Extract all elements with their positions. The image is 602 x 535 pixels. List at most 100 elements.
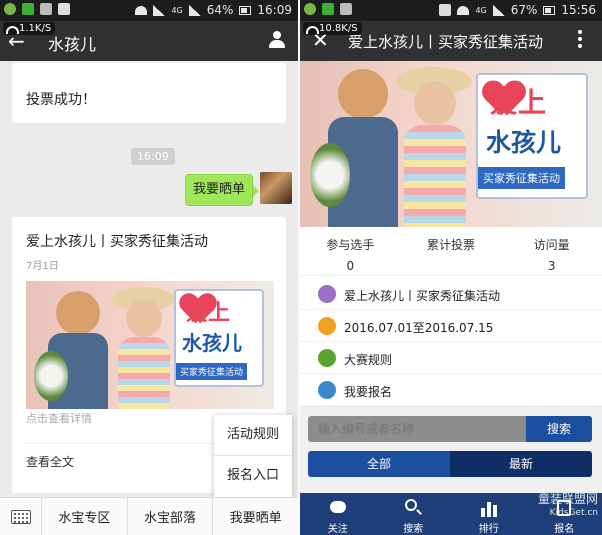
mail-icon — [439, 4, 452, 16]
chat-bubble-icon — [328, 498, 348, 518]
message-timestamp: 16:09 — [131, 148, 175, 165]
activity-page-screen: 4G 67% 15:56 10.8K/S ✕ 爱上水孩儿丨买家秀征集活动 爱上 … — [300, 0, 602, 535]
wechat-chat-screen: 4G 64% 16:09 1.1K/S ← 水孩儿 投票成功！ 16:09 我要… — [0, 0, 298, 535]
signal-icon — [153, 4, 166, 16]
banner-heading-1: 爱上 — [490, 86, 547, 119]
promo-heading-2: 水孩儿 — [182, 331, 242, 355]
stat-contestants: 参与选手 0 — [300, 228, 401, 275]
menu-item-rules[interactable]: 活动规则 — [214, 415, 292, 455]
menu-water-zone[interactable]: 水宝专区 — [42, 498, 128, 535]
battery-icon — [239, 5, 252, 15]
wifi-icon — [135, 5, 148, 15]
stat-value: 0 — [346, 259, 355, 273]
flower-bouquet — [34, 351, 68, 401]
keyboard-toggle[interactable] — [0, 498, 42, 535]
app-notification-icon — [4, 3, 16, 15]
vote-success-text: 投票成功！ — [26, 92, 96, 108]
stat-label: 访问量 — [533, 238, 570, 252]
wechat-notification-icon — [322, 3, 334, 15]
clock-time: 15:56 — [561, 3, 596, 17]
page-title: 爱上水孩儿丨买家秀征集活动 — [348, 33, 544, 51]
segment-all[interactable]: 全部 — [308, 451, 450, 477]
promo-heading-1: 爱上 — [186, 301, 231, 326]
menu-label: 水宝部落 — [144, 511, 197, 526]
tab-ranking[interactable]: 排行 — [451, 493, 527, 535]
tab-label: 报名 — [554, 524, 575, 535]
flower-bouquet — [310, 143, 350, 207]
battery-percent: 67% — [510, 3, 538, 17]
watermark-line-2: KidsGet.cn — [549, 508, 598, 518]
info-text: 2016.07.01至2016.07.15 — [344, 321, 494, 335]
menu-label: 我要晒单 — [229, 511, 282, 526]
network-type: 4G — [475, 5, 487, 15]
stat-value: 3 — [547, 259, 556, 273]
tab-search[interactable]: 搜索 — [376, 493, 452, 535]
filter-segment: 全部 最新 — [308, 451, 592, 477]
view-details-hint[interactable]: 点击查看详情 — [26, 410, 92, 426]
wifi-icon — [457, 5, 470, 15]
tab-follow[interactable]: 关注 — [300, 493, 376, 535]
award-icon — [318, 381, 336, 399]
article-date: 7月1日 — [26, 261, 59, 272]
sent-message-bubble[interactable]: 我要晒单 — [185, 174, 259, 206]
profile-icon[interactable] — [268, 31, 286, 49]
signal-icon — [188, 4, 201, 16]
info-text: 大赛规则 — [344, 353, 393, 367]
search-box: 搜索 — [308, 416, 592, 442]
activity-banner: 爱上 水孩儿 买家秀征集活动 — [300, 61, 602, 227]
tab-label: 关注 — [327, 524, 348, 535]
battery-icon — [543, 5, 556, 15]
chat-nav-bar: 1.1K/S ← 水孩儿 — [0, 21, 298, 61]
paperclip-icon — [318, 349, 336, 367]
bar-chart-icon — [479, 498, 499, 518]
status-bar: 4G 64% 16:09 — [0, 0, 298, 21]
watermark-line-1: 童装联盟网 — [537, 492, 598, 506]
menu-label: 水宝专区 — [58, 511, 111, 526]
segment-latest[interactable]: 最新 — [450, 451, 592, 477]
wechat-notification-icon — [22, 3, 34, 15]
official-account-menu: 水宝专区 水宝部落 我要晒单 — [0, 497, 298, 535]
clock-icon — [318, 317, 336, 335]
signal-icon — [492, 4, 505, 16]
search-button[interactable]: 搜索 — [526, 416, 592, 442]
network-type: 4G — [171, 5, 183, 15]
network-speed-badge: 1.1K/S — [3, 22, 56, 35]
girl-dress — [404, 125, 466, 227]
heart-icon — [318, 285, 336, 303]
app-notification-icon — [304, 3, 316, 15]
girl-figure — [126, 299, 162, 337]
site-watermark: 童装联盟网 KidsGet.cn — [538, 492, 598, 520]
image-notification-icon — [40, 3, 52, 15]
battery-percent: 64% — [206, 3, 234, 17]
page-nav-bar: 10.8K/S ✕ 爱上水孩儿丨买家秀征集活动 — [300, 21, 602, 61]
info-row-rules[interactable]: 大赛规则 — [300, 342, 602, 374]
stat-visits: 访问量 3 — [501, 228, 602, 275]
banner-tag: 买家秀征集活动 — [478, 167, 565, 189]
girl-dress — [118, 337, 170, 409]
boy-figure — [338, 69, 388, 119]
more-options-icon[interactable] — [578, 30, 582, 50]
search-input[interactable] — [308, 416, 526, 442]
mail-icon — [58, 3, 70, 15]
article-title: 爱上水孩儿丨买家秀征集活动 — [26, 234, 208, 250]
boy-figure — [56, 291, 100, 335]
status-bar: 4G 67% 15:56 — [300, 0, 602, 21]
article-cover-image[interactable]: 爱上 水孩儿 买家秀征集活动 — [26, 281, 274, 409]
menu-share-order[interactable]: 我要晒单 — [213, 498, 298, 535]
menu-item-signup[interactable]: 报名入口 — [214, 455, 292, 495]
info-row-signup[interactable]: 我要报名 — [300, 374, 602, 406]
info-text: 爱上水孩儿丨买家秀征集活动 — [344, 289, 501, 303]
network-speed-badge: 10.8K/S — [303, 22, 362, 35]
info-row-activity-name: 爱上水孩儿丨买家秀征集活动 — [300, 278, 602, 310]
clock-time: 16:09 — [257, 3, 292, 17]
info-row-date: 2016.07.01至2016.07.15 — [300, 310, 602, 342]
girl-figure — [414, 81, 456, 125]
search-icon — [403, 498, 423, 518]
vote-success-message: 投票成功！ — [12, 63, 286, 123]
activity-stats: 参与选手 0 累计投票 访问量 3 — [300, 228, 602, 276]
keyboard-icon — [10, 509, 31, 524]
avatar[interactable] — [260, 172, 292, 204]
read-full-link[interactable]: 查看全文 — [26, 453, 74, 470]
tab-label: 搜索 — [403, 524, 424, 535]
menu-water-tribe[interactable]: 水宝部落 — [128, 498, 214, 535]
